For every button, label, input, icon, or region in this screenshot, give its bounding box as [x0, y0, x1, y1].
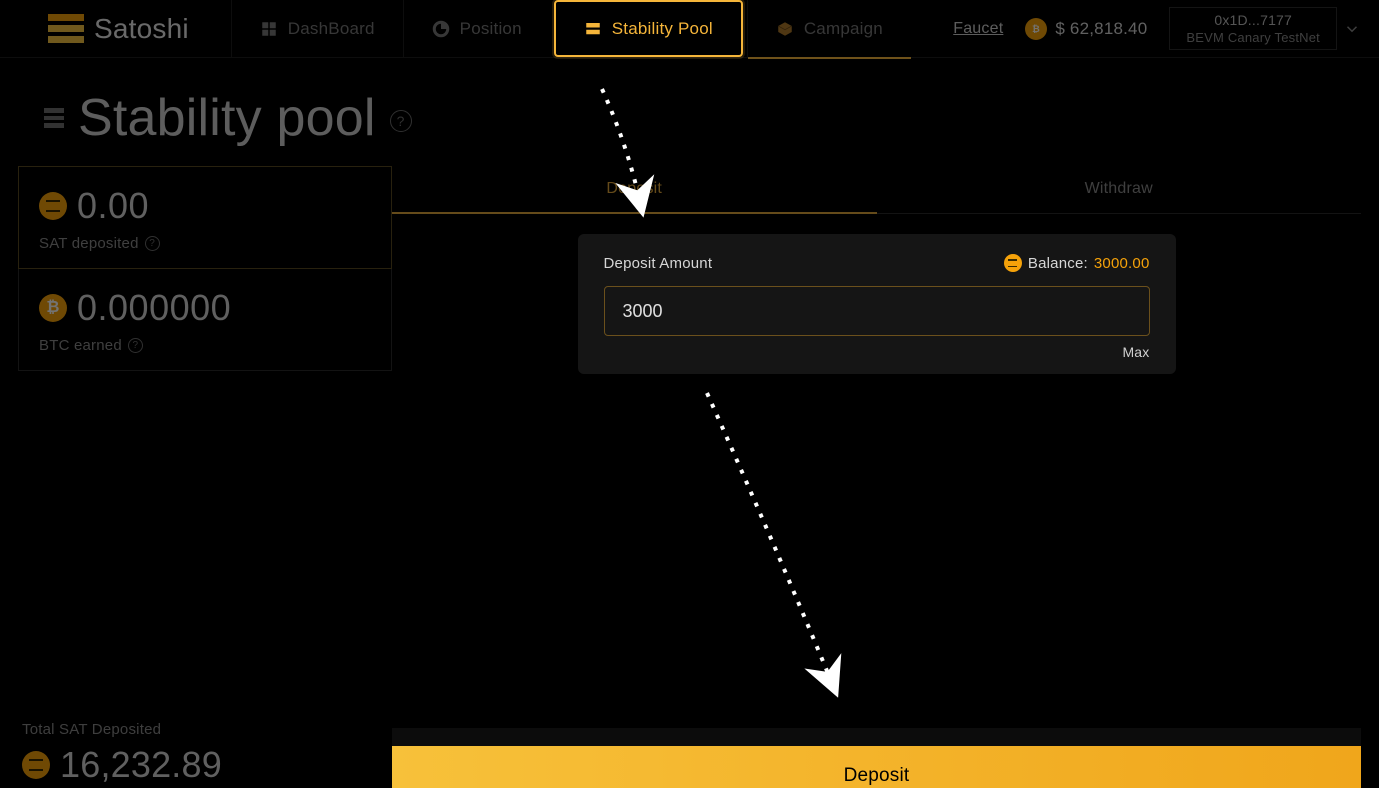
- btc-price: ₿ $ 62,818.40: [1025, 18, 1147, 40]
- page-title: Stability pool: [78, 88, 376, 148]
- nav-label: Stability Pool: [612, 19, 713, 39]
- tab-withdraw[interactable]: Withdraw: [877, 166, 1362, 213]
- total-sat-value: 16,232.89: [60, 744, 222, 786]
- help-icon[interactable]: ?: [390, 110, 412, 132]
- grid-icon: [260, 20, 278, 38]
- sat-deposited-label: SAT deposited: [39, 235, 139, 252]
- nav-label: Campaign: [804, 19, 883, 39]
- sat-coin-icon: [1004, 254, 1022, 272]
- sat-coin-icon: [22, 751, 50, 779]
- brand-name: Satoshi: [94, 13, 189, 45]
- balance-value: 3000.00: [1094, 255, 1150, 272]
- btc-earned-value: 0.000000: [77, 287, 231, 329]
- help-icon[interactable]: ?: [145, 236, 160, 251]
- btc-coin-icon: ₿: [39, 294, 67, 322]
- sat-deposited-value: 0.00: [77, 185, 149, 227]
- nav-dashboard[interactable]: DashBoard: [231, 0, 403, 57]
- faucet-link[interactable]: Faucet: [953, 20, 1003, 38]
- tab-deposit[interactable]: Deposit: [392, 166, 877, 214]
- brand-logo-icon: [48, 14, 84, 44]
- btc-price-value: $ 62,818.40: [1055, 19, 1147, 39]
- btc-icon: ₿: [1025, 18, 1047, 40]
- sat-deposited-card: 0.00 SAT deposited ?: [18, 166, 392, 269]
- stack-icon: [44, 108, 64, 128]
- deposit-button[interactable]: Deposit: [392, 746, 1361, 788]
- nav-label: DashBoard: [288, 19, 375, 39]
- box-icon: [776, 20, 794, 38]
- deposit-card: Deposit Amount Balance: 3000.00 Max: [578, 234, 1176, 374]
- btc-earned-label: BTC earned: [39, 337, 122, 354]
- svg-text:₿: ₿: [1033, 23, 1041, 33]
- total-sat-label: Total SAT Deposited: [22, 721, 388, 738]
- pie-icon: [432, 20, 450, 38]
- nav-stability-pool[interactable]: Stability Pool: [554, 0, 743, 57]
- nav-campaign[interactable]: Campaign: [747, 0, 911, 57]
- wallet-network: BEVM Canary TestNet: [1186, 30, 1320, 45]
- chevron-down-icon[interactable]: [1343, 20, 1361, 38]
- nav-position[interactable]: Position: [403, 0, 550, 57]
- main-nav: DashBoard Position Stability Pool Campai…: [231, 0, 911, 57]
- deposit-amount-input[interactable]: [604, 286, 1150, 336]
- stack-icon: [584, 20, 602, 38]
- max-button[interactable]: Max: [604, 344, 1150, 360]
- help-icon[interactable]: ?: [128, 338, 143, 353]
- balance-label: Balance:: [1028, 255, 1088, 272]
- deposit-amount-label: Deposit Amount: [604, 255, 713, 272]
- nav-label: Position: [460, 19, 522, 39]
- brand[interactable]: Satoshi: [0, 0, 231, 57]
- wallet-box[interactable]: 0x1D...7177 BEVM Canary TestNet: [1169, 7, 1337, 50]
- btc-earned-card: ₿ 0.000000 BTC earned ?: [18, 269, 392, 371]
- sat-coin-icon: [39, 192, 67, 220]
- wallet-address: 0x1D...7177: [1214, 12, 1292, 28]
- annotation-arrow-icon: [692, 388, 872, 713]
